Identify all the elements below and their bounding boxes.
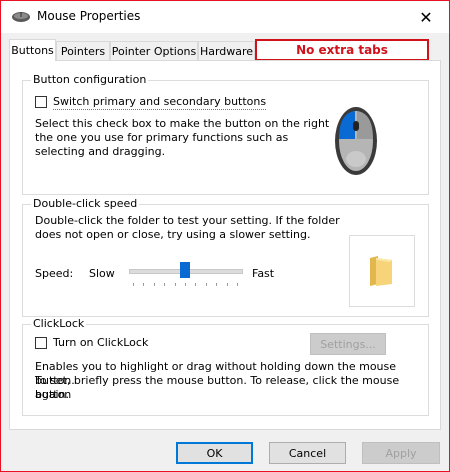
- button-configuration-group: Button configuration Switch primary and …: [22, 73, 429, 195]
- slider-tick: [143, 283, 144, 286]
- tab-label: Buttons: [11, 44, 54, 57]
- close-button[interactable]: ✕: [403, 1, 449, 33]
- tab-buttons[interactable]: Buttons: [9, 39, 56, 61]
- switch-buttons-checkbox[interactable]: [35, 96, 47, 108]
- tab-hardware[interactable]: Hardware: [198, 41, 255, 60]
- speed-label: Speed:: [35, 267, 74, 280]
- slider-tick: [216, 283, 217, 286]
- tab-label: Pointers: [60, 44, 106, 58]
- ok-button[interactable]: OK: [176, 442, 253, 464]
- group-label: Double-click speed: [31, 197, 140, 210]
- description-line: Select this check box to make the button…: [35, 117, 330, 130]
- group-label: Button configuration: [31, 73, 149, 86]
- close-icon: ✕: [419, 7, 433, 27]
- mouse-properties-window: Mouse Properties ✕ Buttons Pointers Poin…: [0, 0, 450, 472]
- description-line: selecting and dragging.: [35, 145, 166, 158]
- slider-tick: [206, 283, 207, 286]
- tab-label: Hardware: [199, 44, 254, 58]
- description-line: does not open or close, try using a slow…: [35, 228, 311, 241]
- description-line: again.: [35, 388, 69, 401]
- clicklock-checkbox[interactable]: [35, 337, 47, 349]
- slider-tick: [227, 283, 228, 286]
- slider-thumb[interactable]: [180, 262, 190, 278]
- slider-tick: [154, 283, 155, 286]
- test-folder-area[interactable]: [349, 235, 415, 307]
- buttons-tab-panel: Button configuration Switch primary and …: [9, 60, 441, 430]
- slider-tick: [185, 283, 186, 286]
- description-line: the one you use for primary functions su…: [35, 131, 289, 144]
- speed-slider[interactable]: [129, 261, 243, 291]
- slider-tick: [237, 283, 238, 286]
- slow-label: Slow: [89, 267, 115, 280]
- description-line: To set, briefly press the mouse button. …: [35, 374, 400, 401]
- folder-icon: [366, 254, 396, 291]
- slider-tick: [133, 283, 134, 286]
- clicklock-label[interactable]: Turn on ClickLock: [53, 336, 148, 350]
- description-line: Double-click the folder to test your set…: [35, 214, 340, 227]
- clicklock-settings-button[interactable]: Settings...: [310, 333, 386, 355]
- clicklock-group: ClickLock Turn on ClickLock Settings... …: [22, 317, 429, 416]
- group-label: ClickLock: [31, 317, 87, 330]
- switch-buttons-label[interactable]: Switch primary and secondary buttons: [53, 95, 267, 110]
- mouse-icon: [11, 10, 31, 24]
- apply-button[interactable]: Apply: [362, 442, 440, 464]
- fast-label: Fast: [252, 267, 275, 280]
- tab-pointer-options[interactable]: Pointer Options: [110, 41, 198, 60]
- title-bar: Mouse Properties ✕: [1, 1, 449, 33]
- cancel-button[interactable]: Cancel: [269, 442, 346, 464]
- tab-label: Pointer Options: [111, 44, 197, 58]
- tab-pointers[interactable]: Pointers: [56, 41, 110, 60]
- mouse-illustration-icon: [333, 101, 379, 180]
- annotation-box: No extra tabs: [255, 39, 429, 61]
- slider-tick: [164, 283, 165, 286]
- window-title: Mouse Properties: [37, 9, 141, 23]
- slider-tick: [195, 283, 196, 286]
- slider-tick: [175, 283, 176, 286]
- double-click-speed-group: Double-click speed Double-click the fold…: [22, 197, 429, 317]
